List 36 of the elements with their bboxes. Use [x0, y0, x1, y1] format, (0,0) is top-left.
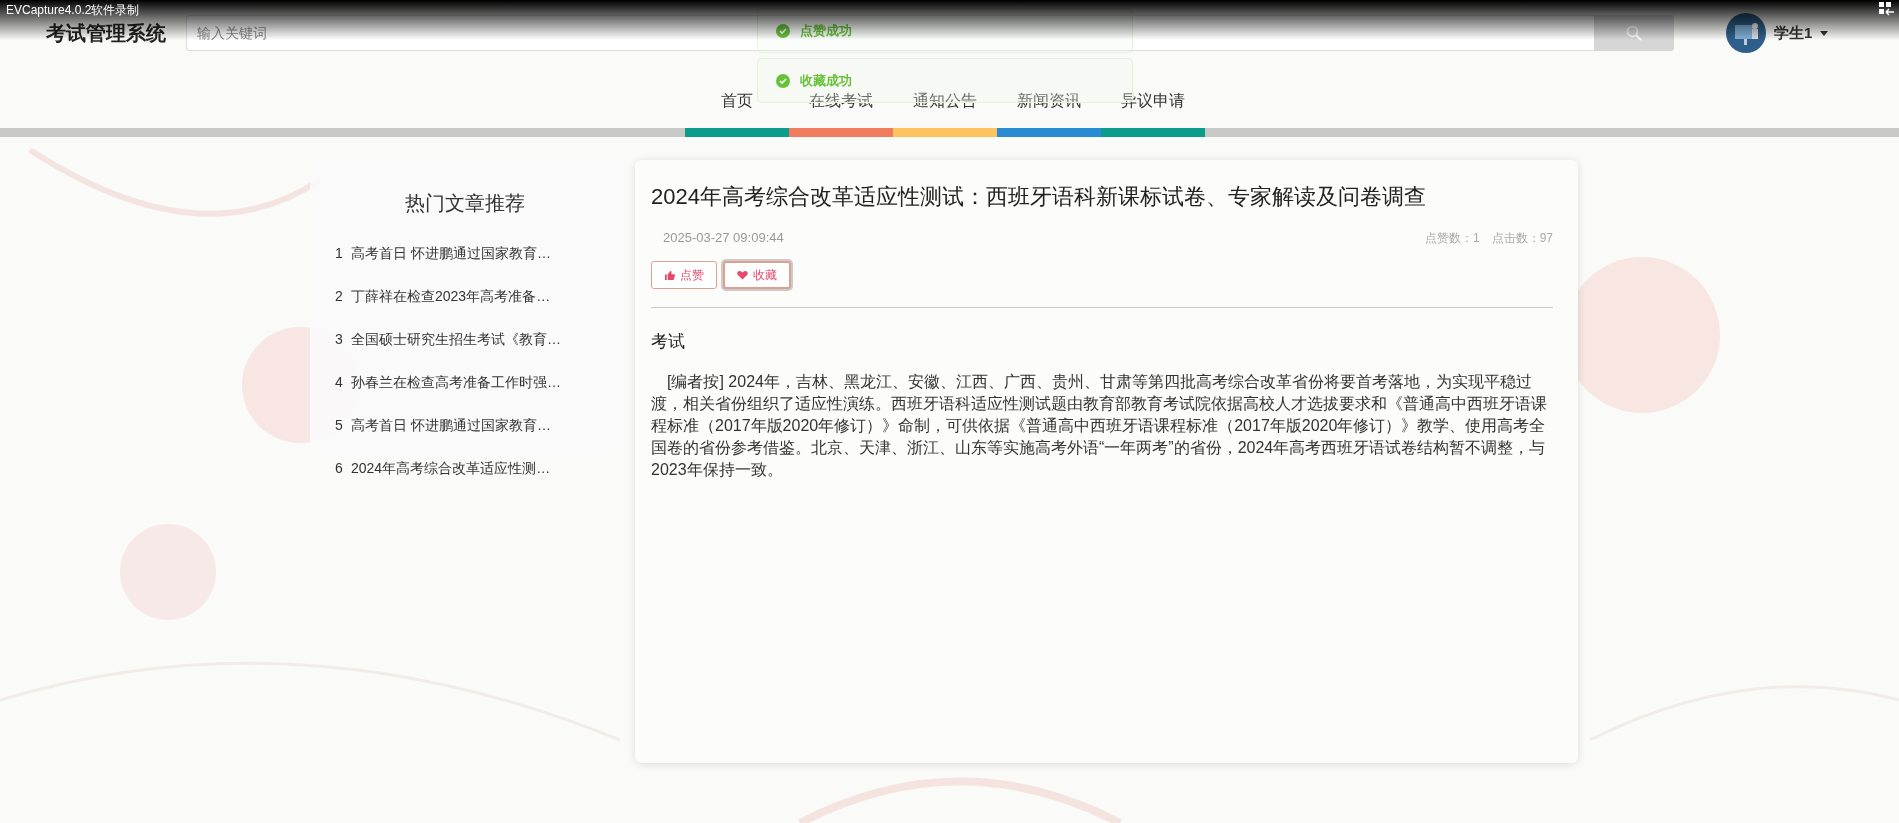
- article-link[interactable]: 孙春兰在检查高考准备工作时强…: [351, 374, 561, 417]
- sidebar-title: 热门文章推荐: [404, 191, 526, 216]
- item-number: 4: [335, 374, 343, 392]
- article-body: [编者按] 2024年，吉林、黑龙江、安徽、江西、广西、贵州、甘肃等第四批高考综合改革省份将要首考落地，为实现平稳过渡，相关省份组织了适应性演练。西班牙语科适应性测试题由教育部教育考试院依据高校人才选拔要求和《普通高中西班牙语课程标准（2017年版2020年修订）》命制，可供依据《普通高中西班牙语课程标准（2017年版2020年修订）》教学、使用高考全国卷的省份参考借鉴。北京、天津、浙江、山东等实施高考外语“一年两考”的省份，2024年高考西班牙语试卷结构暂不调整，与2023年保持一致。: [651, 372, 1548, 480]
- like-count: 点赞数：1: [1424, 230, 1480, 247]
- item-number: 1: [335, 245, 343, 263]
- article-category: 考试: [651, 331, 686, 353]
- thumbs-up-icon: [664, 269, 675, 281]
- check-circle-icon: [776, 73, 790, 88]
- search-button[interactable]: [1594, 15, 1674, 51]
- check-circle-icon: [776, 23, 790, 38]
- heart-icon: [737, 270, 748, 280]
- nav-tab[interactable]: 首页: [684, 84, 789, 118]
- app-logo: 考试管理系统: [46, 20, 166, 46]
- article-link[interactable]: 高考首日 怀进鹏通过国家教育…: [351, 245, 551, 288]
- item-number: 5: [335, 417, 343, 435]
- toast-message: 点赞成功: [800, 23, 852, 38]
- article-title: 2024年高考综合改革适应性测试：西班牙语科新课标试卷、专家解读及问卷调查: [651, 183, 1427, 211]
- article-link[interactable]: 高考首日 怀进鹏通过国家教育…: [351, 417, 551, 460]
- item-number: 2: [335, 288, 343, 306]
- article-link[interactable]: 全国硕士研究生招生考试《教育…: [351, 331, 561, 374]
- publish-date: 2025-03-27 09:09:44: [663, 230, 784, 247]
- caret-icon[interactable]: [1820, 30, 1829, 36]
- recorder-title: EVCapture4.0.2软件录制: [6, 2, 140, 19]
- item-number: 6: [335, 460, 343, 478]
- search-icon: [1626, 25, 1642, 41]
- article-link[interactable]: 丁薛祥在检查2023年高考准备…: [351, 288, 551, 331]
- item-number: 3: [335, 331, 343, 349]
- favorite-button[interactable]: 收藏: [723, 261, 791, 289]
- toast-message: 收藏成功: [800, 73, 852, 88]
- like-button[interactable]: 点赞: [651, 261, 717, 289]
- user-name[interactable]: 学生1: [1774, 23, 1813, 43]
- grid-icon[interactable]: [1879, 2, 1895, 16]
- article-link[interactable]: 2024年高考综合改革适应性测…: [351, 460, 551, 503]
- avatar-icon[interactable]: [1726, 13, 1766, 53]
- click-count: 点击数：97: [1491, 230, 1553, 247]
